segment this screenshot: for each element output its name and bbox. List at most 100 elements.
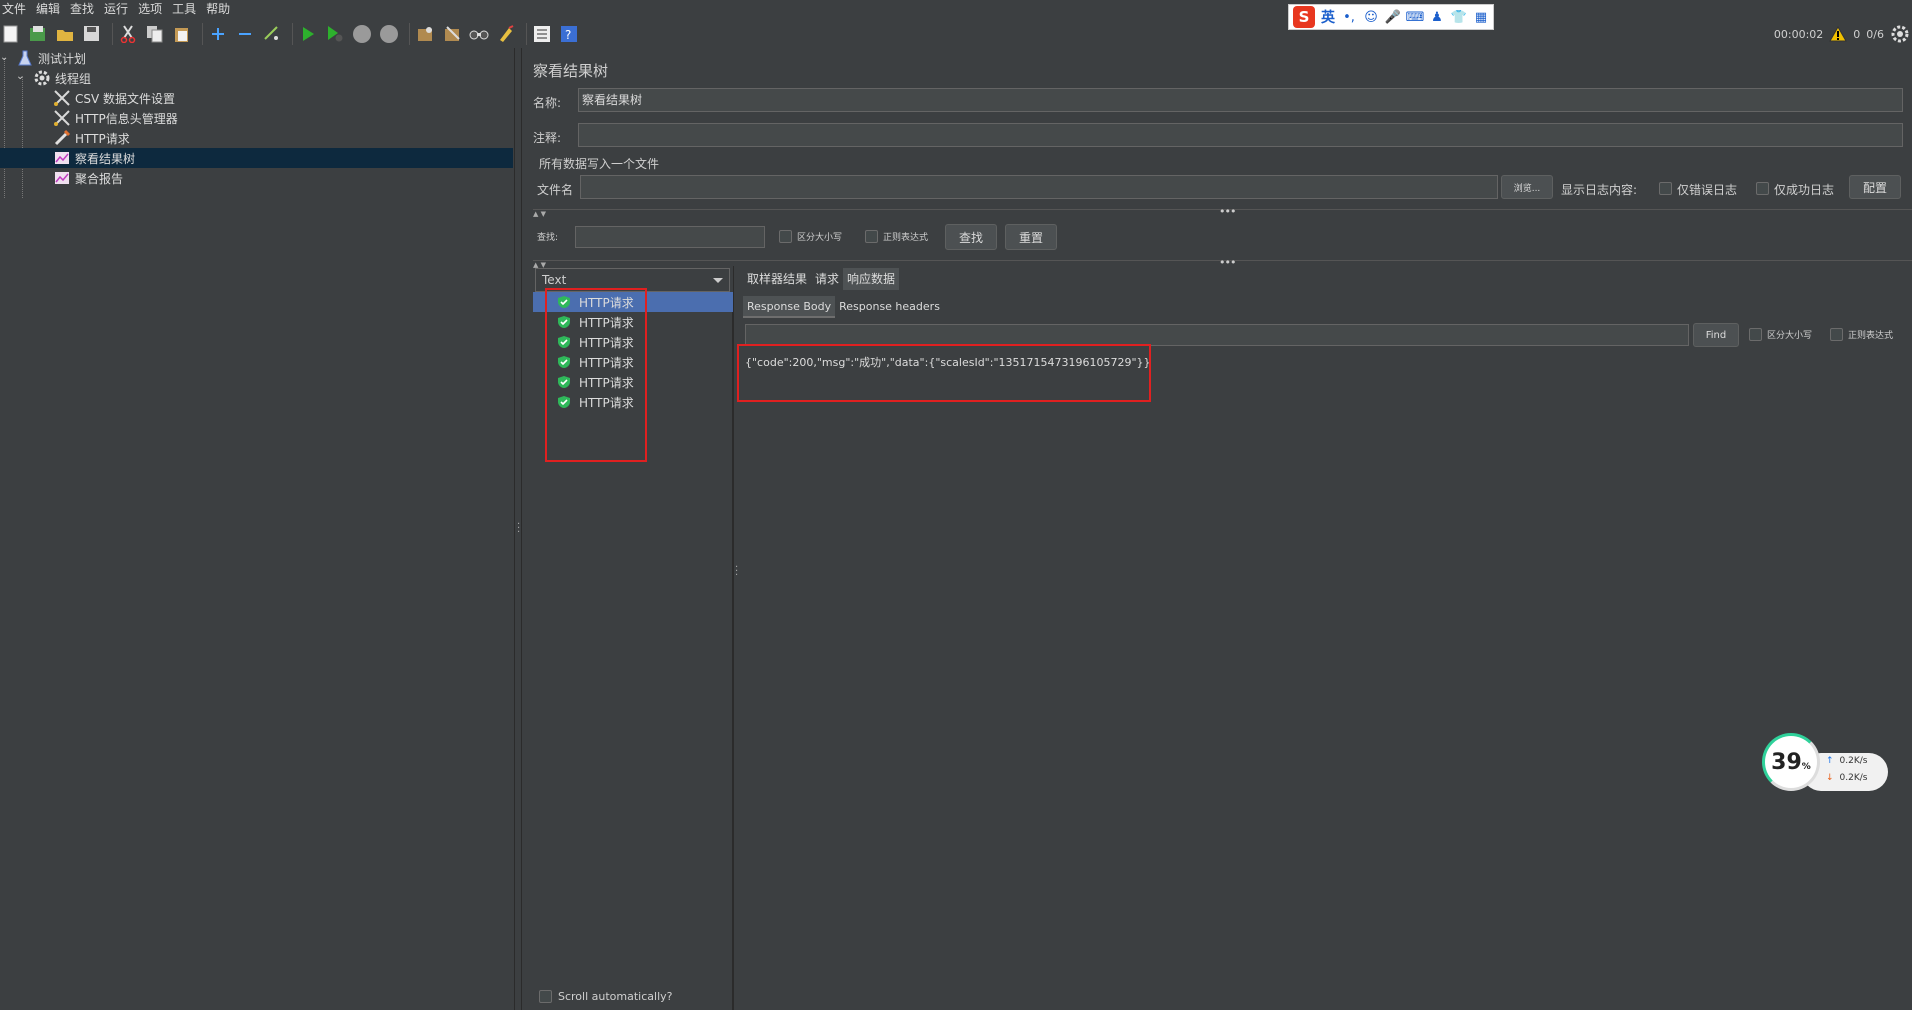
page-title: 察看结果树 [533,62,609,80]
memory-gauge: 39% [1762,733,1820,791]
grid-icon[interactable]: ▦ [1473,9,1489,25]
open-icon[interactable] [54,23,76,45]
sogou-logo-icon[interactable]: S [1293,6,1315,28]
menu-search[interactable]: 查找 [68,0,94,18]
search-input[interactable] [575,226,765,248]
gear-icon [33,69,51,87]
clear-icon[interactable] [414,23,436,45]
tree-item-header-manager[interactable]: HTTP信息头管理器 [53,108,178,128]
tree-item-view-results-tree[interactable]: 察看结果树 [0,148,513,168]
reset-button[interactable]: 重置 [1005,224,1057,250]
chevron-down-icon [713,278,723,283]
function-helper-icon[interactable] [531,23,553,45]
main-split-divider[interactable]: · · · [514,48,522,1010]
tree-item-test-plan[interactable]: 测试计划 [16,48,86,68]
tree-item-label: 聚合报告 [75,171,124,186]
save-icon[interactable] [81,23,103,45]
start-icon[interactable] [297,23,319,45]
tree-item-label: HTTP请求 [75,131,130,146]
tree-item-csv[interactable]: CSV 数据文件设置 [53,88,175,108]
microphone-icon[interactable]: 🎤 [1385,9,1401,25]
tab-response-body[interactable]: Response Body [743,296,836,318]
elapsed-time: 00:00:02 [1773,27,1824,41]
wrench-icon [53,89,71,107]
templates-icon[interactable] [27,23,49,45]
search-icon[interactable] [468,23,490,45]
remote-gear-icon[interactable] [1890,24,1910,44]
find-button[interactable]: 查找 [945,224,997,250]
keyboard-icon[interactable]: ⌨ [1406,9,1425,25]
arrow-down-icon: ↓ [1826,773,1834,783]
split-handle-icon: · · · [735,562,739,581]
split-handle-icon: ••• [1219,205,1236,218]
splitter-top[interactable]: ▲ ▼ ••• [533,205,1912,219]
tab-sampler-result[interactable]: 取样器结果 [743,268,811,290]
skin-icon[interactable]: 👕 [1451,9,1467,25]
response-search-input[interactable] [745,324,1689,346]
tree-item-http-request[interactable]: HTTP请求 [53,128,130,148]
collapse-icon[interactable] [234,23,256,45]
tree-item-thread-group[interactable]: 线程组 [33,68,91,88]
start-no-pauses-icon[interactable] [324,23,346,45]
user-icon[interactable]: ♟ [1429,9,1445,25]
flask-icon [16,49,34,67]
regex-checkbox[interactable] [865,230,878,243]
reset-search-icon[interactable] [495,23,517,45]
memory-percent: 39 [1771,749,1802,775]
cut-icon[interactable] [117,23,139,45]
tree-item-aggregate-report[interactable]: 聚合报告 [53,168,123,188]
toolbar-separator [409,23,410,45]
emoji-icon[interactable]: ☺ [1363,9,1379,25]
success-only-checkbox[interactable] [1756,182,1769,195]
tab-response-data[interactable]: 响应数据 [843,268,900,290]
tree-item-label: HTTP信息头管理器 [75,111,178,126]
graph-icon [53,149,71,167]
help-icon[interactable]: ? [558,23,580,45]
menu-help[interactable]: 帮助 [204,0,230,18]
paste-icon[interactable] [171,23,193,45]
response-find-button[interactable]: Find [1693,323,1739,347]
name-field[interactable]: 察看结果树 [578,88,1903,112]
errors-only-checkbox[interactable] [1659,182,1672,195]
highlight-box [545,288,647,462]
case-sensitive-checkbox[interactable] [779,230,792,243]
copy-icon[interactable] [144,23,166,45]
tab-response-headers[interactable]: Response headers [835,296,944,318]
menu-tools[interactable]: 工具 [170,0,196,18]
scroll-auto-checkbox[interactable] [539,990,552,1003]
menu-file[interactable]: 文件 [0,0,26,18]
clear-all-icon[interactable] [441,23,463,45]
ime-punct[interactable]: •, [1341,9,1357,25]
toggle-icon[interactable] [261,23,283,45]
toolbar: ? [0,19,1912,49]
toolbar-separator [292,23,293,45]
menu-edit[interactable]: 编辑 [34,0,60,18]
new-icon[interactable] [0,23,22,45]
filename-field[interactable] [580,175,1498,199]
tab-request[interactable]: 请求 [811,268,843,290]
case-sensitive-label: 区分大小写 [797,233,843,243]
stop-icon[interactable] [351,23,373,45]
expand-icon[interactable] [207,23,229,45]
warning-icon[interactable] [1829,26,1848,42]
response-regex-checkbox[interactable] [1830,328,1843,341]
response-case-checkbox[interactable] [1749,328,1762,341]
tree-item-label: 测试计划 [38,51,87,66]
split-arrows-icon: ▲ ▼ [533,210,546,218]
collapse-chevron-icon[interactable]: ⌄ [16,71,24,82]
shutdown-icon[interactable] [378,23,400,45]
toolbar-separator [526,23,527,45]
menu-run[interactable]: 运行 [102,0,128,18]
menu-options[interactable]: 选项 [136,0,162,18]
configure-button[interactable]: 配置 [1849,175,1901,199]
ime-language[interactable]: 英 [1321,7,1335,27]
comment-field[interactable] [578,123,1903,147]
tree-line [4,58,5,198]
download-row: ↓ 0.2K/s [1826,770,1888,787]
network-speed-widget[interactable]: ↑ 0.2K/s ↓ 0.2K/s 39% [1762,733,1888,793]
highlight-box [737,344,1151,402]
search-label: 查找: [537,233,559,243]
browse-button[interactable]: 浏览... [1501,175,1553,199]
collapse-chevron-icon[interactable]: ⌄ [0,52,8,63]
scroll-auto-option: Scroll automatically? [539,990,672,1003]
